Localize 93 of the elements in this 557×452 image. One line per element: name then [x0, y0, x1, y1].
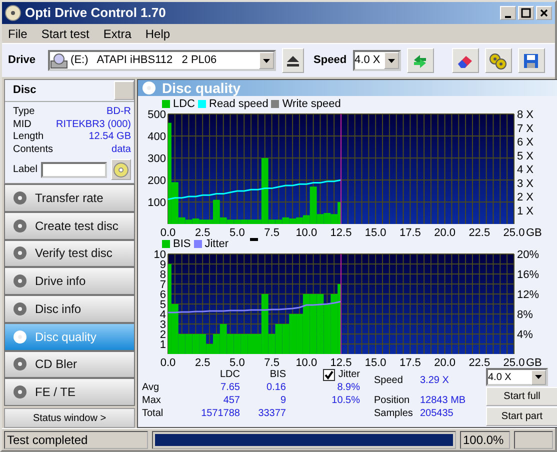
- table-cell-text: 8.9%: [336, 381, 360, 394]
- axis-label: 2 X: [517, 192, 534, 204]
- field-label: Contents: [13, 144, 54, 156]
- table-cell-text: 7.65: [220, 381, 240, 394]
- axis-label: 2.5: [194, 357, 210, 368]
- table-cell-text: 9: [279, 394, 286, 407]
- table-cell-text: 10.5%: [330, 394, 360, 407]
- progress-percent: 100.0%: [460, 430, 510, 448]
- axis-label: 20.0: [434, 357, 456, 368]
- axis-label: 0.0: [160, 227, 176, 238]
- axis-label: 4%: [517, 329, 533, 341]
- window-title: Opti Drive Control 1.70: [25, 4, 166, 22]
- axis-label: 20%: [517, 250, 540, 261]
- field-value: 12.54 GB: [88, 131, 131, 144]
- axis-label: 12%: [517, 289, 540, 301]
- axis-label: 1: [160, 339, 166, 351]
- legend-label: BIS: [173, 236, 191, 252]
- axis-label: 6 X: [517, 136, 534, 148]
- axis-label: 22.5: [468, 357, 490, 368]
- axis-label: 4: [160, 309, 166, 321]
- legend-label: LDC: [173, 96, 196, 112]
- axis-label: 7 X: [517, 122, 534, 135]
- info-label: Samples: [374, 407, 414, 420]
- field-label: Length: [13, 131, 44, 144]
- field-label: MID: [13, 118, 32, 131]
- axis-title: GB: [526, 227, 542, 238]
- axis-label: 2.5: [194, 227, 210, 238]
- axis-label: 8 X: [517, 110, 534, 121]
- row-label: Total: [142, 407, 164, 420]
- axis-label: 9: [160, 259, 166, 271]
- axis-label: 3: [160, 319, 166, 331]
- axis-label: 4 X: [517, 164, 534, 176]
- table-cell-text: 1571788: [200, 407, 240, 420]
- axis-label: 10.0: [296, 357, 318, 368]
- axis-label: 22.5: [468, 227, 490, 238]
- axis-label: 300: [148, 153, 166, 165]
- drive-label: Drive: [8, 53, 36, 68]
- axis-label: 8%: [517, 309, 533, 321]
- column-header: BIS: [268, 368, 286, 381]
- axis-label: 200: [148, 175, 166, 187]
- status-text: Test completed: [4, 430, 148, 448]
- axis-label: 1 X: [517, 205, 534, 218]
- axis-label: 5 X: [517, 150, 534, 162]
- speed-label: Speed: [314, 53, 347, 68]
- field-value: data: [112, 144, 131, 156]
- legend-label: Jitter: [204, 236, 229, 252]
- axis-label: 500: [148, 110, 166, 121]
- info-value: 205435: [420, 407, 454, 420]
- axis-label: 7: [160, 279, 166, 291]
- axis-label: 17.5: [400, 357, 421, 368]
- axis-label: 5.0: [230, 227, 245, 238]
- info-label: Speed: [374, 374, 404, 387]
- axis-label: 15.0: [364, 227, 386, 238]
- axis-label: 20.0: [434, 227, 456, 238]
- axis-title: GB: [526, 357, 542, 368]
- axis-label: 25.0: [503, 227, 525, 238]
- axis-label: 15.0: [364, 357, 386, 368]
- axis-label: 7.5: [264, 357, 280, 368]
- axis-label: 12.5: [330, 227, 352, 238]
- axis-label: 2: [160, 329, 166, 341]
- legend-label: Read speed: [209, 96, 268, 112]
- axis-label: 400: [148, 131, 166, 143]
- checkbox-label: Jitter: [338, 368, 360, 381]
- axis-label: 8: [160, 269, 166, 281]
- info-label: Position: [374, 394, 411, 407]
- axis-label: 5: [160, 299, 166, 311]
- panel-title: Disc quality: [162, 78, 241, 98]
- axis-label: 25.0: [503, 357, 525, 368]
- column-header: LDC: [218, 368, 240, 381]
- table-cell-text: 0.16: [266, 381, 286, 394]
- field-label: Type: [13, 106, 35, 118]
- info-value: 12843 MB: [420, 394, 467, 407]
- field-value: RITEKBR3 (000): [56, 118, 131, 131]
- axis-label: 3 X: [517, 178, 534, 190]
- axis-label: 16%: [517, 269, 540, 281]
- field-value: BD-R: [106, 106, 131, 118]
- axis-label: 6: [160, 289, 166, 301]
- axis-label: 10: [154, 250, 166, 261]
- panel-title: Disc: [13, 83, 36, 98]
- field-label: Label: [13, 163, 38, 177]
- axis-label: 12.5: [330, 357, 352, 368]
- axis-label: 0.0: [160, 357, 176, 368]
- legend-label: Write speed: [282, 96, 341, 112]
- axis-label: 5.0: [230, 357, 245, 368]
- info-value: 3.29 X: [420, 374, 450, 387]
- row-label: Max: [142, 394, 162, 407]
- table-cell-text: 457: [222, 394, 240, 407]
- row-label: Avg: [142, 381, 160, 394]
- axis-label: 7.5: [264, 227, 280, 238]
- table-cell-text: 33377: [257, 407, 286, 420]
- axis-label: 17.5: [400, 227, 421, 238]
- axis-label: 100: [148, 197, 166, 209]
- axis-label: 10.0: [296, 227, 318, 238]
